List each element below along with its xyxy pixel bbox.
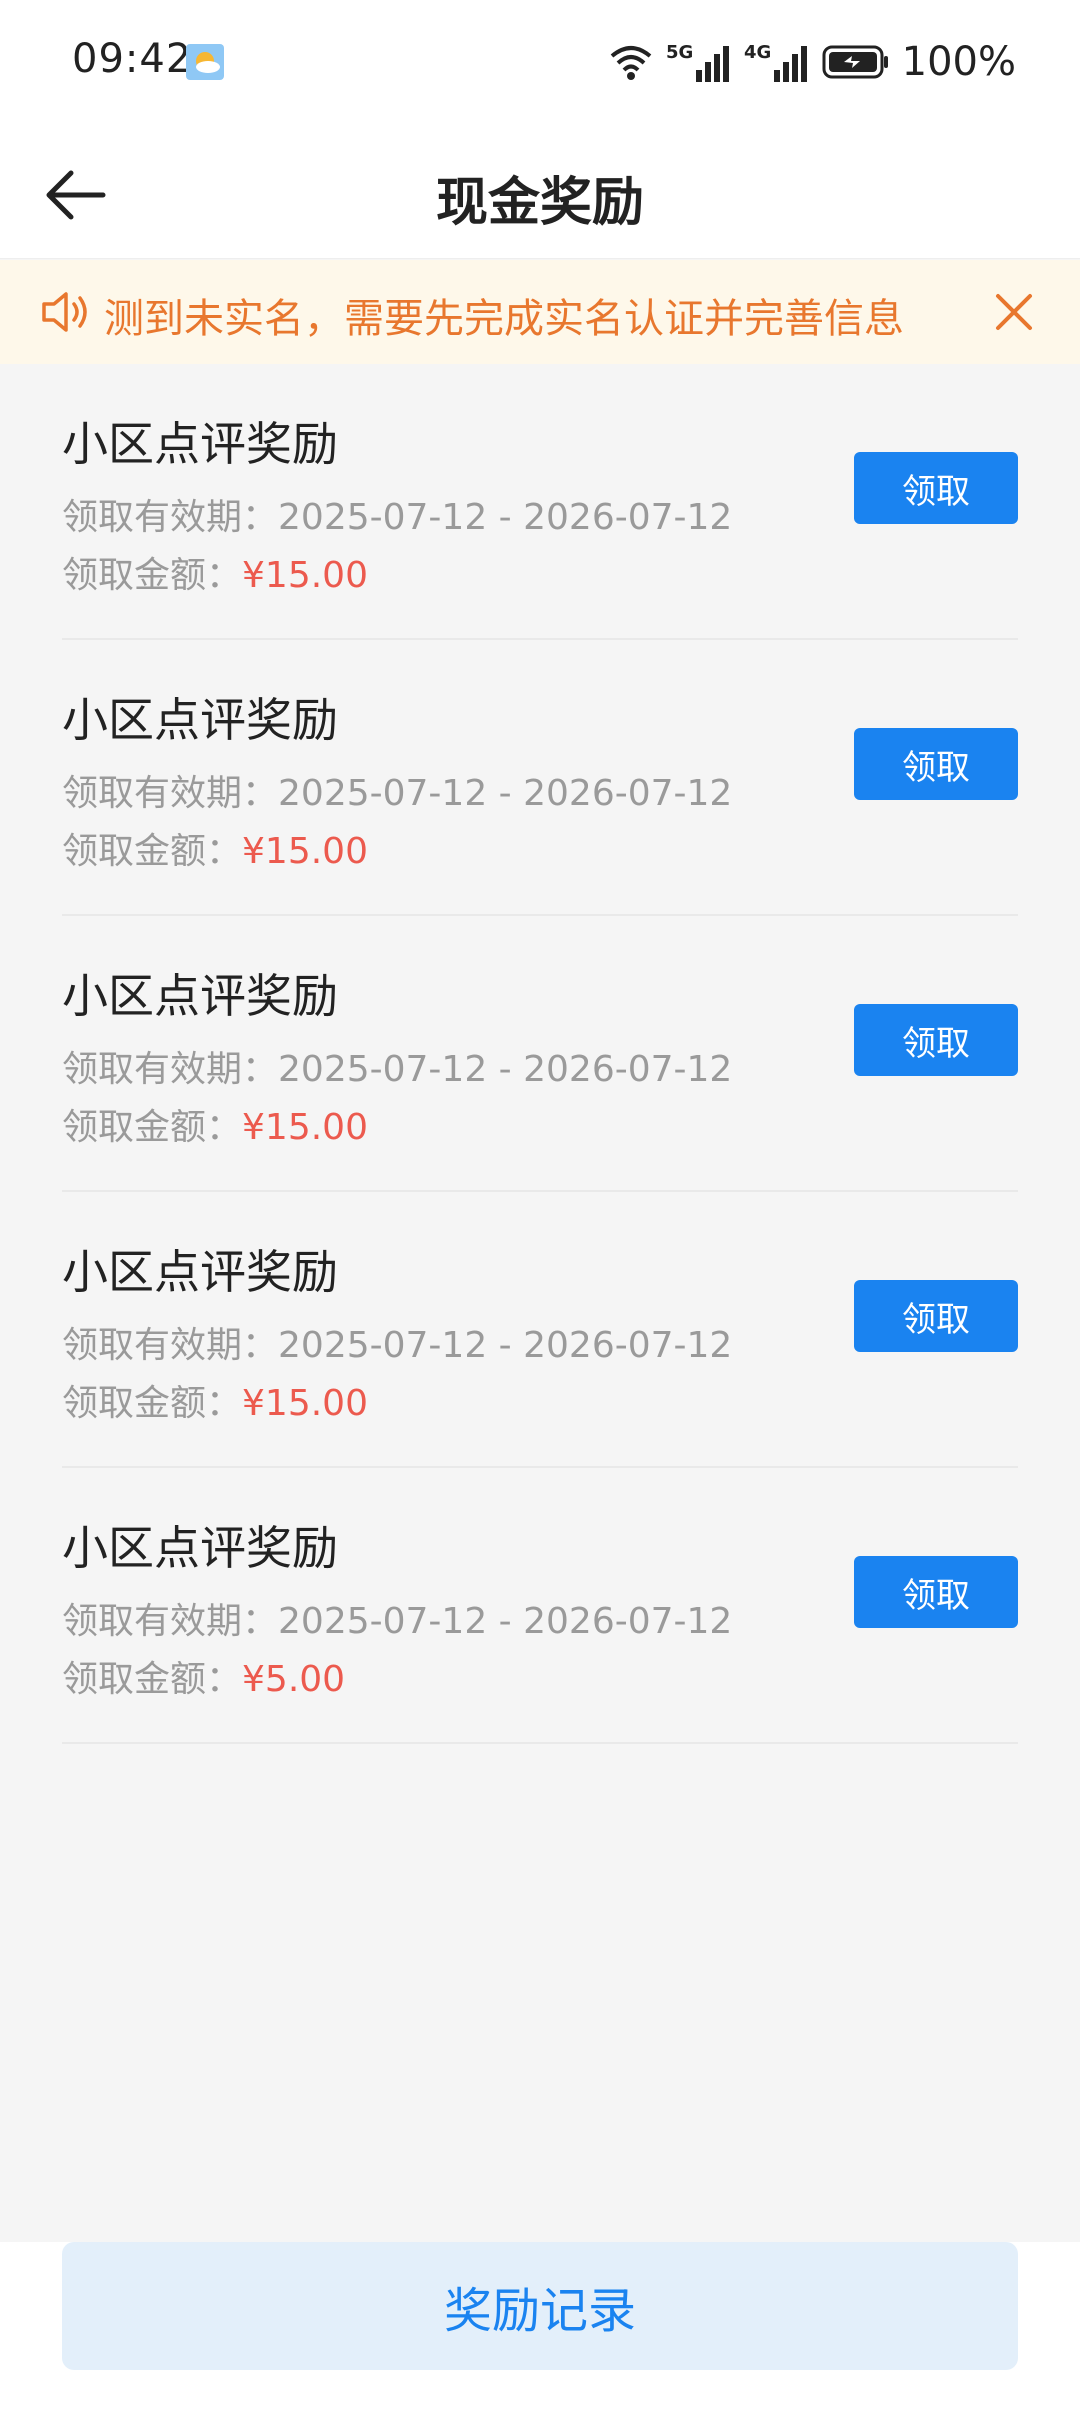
notice-banner: 测到未实名，需要先完成实名认证并完善信息 — [0, 260, 1080, 364]
claim-button[interactable]: 领取 — [854, 728, 1018, 800]
page-title: 现金奖励 — [435, 173, 644, 233]
validity-label: 领取有效期： — [62, 497, 279, 538]
amount-value: ¥15.00 — [242, 555, 368, 596]
validity-label: 领取有效期： — [62, 1325, 279, 1366]
claim-button[interactable]: 领取 — [854, 452, 1018, 524]
reward-validity: 领取有效期：2025-07-12 - 2026-07-12 — [62, 1592, 732, 1644]
signal-5g-label: 5G — [666, 42, 693, 63]
validity-value: 2025-07-12 - 2026-07-12 — [278, 497, 733, 538]
validity-value: 2025-07-12 - 2026-07-12 — [278, 1601, 733, 1642]
battery-icon — [822, 45, 888, 79]
reward-amount: 领取金额：¥15.00 — [62, 822, 368, 874]
reward-validity: 领取有效期：2025-07-12 - 2026-07-12 — [62, 764, 732, 816]
wifi-icon — [610, 46, 651, 80]
amount-value: ¥15.00 — [242, 1107, 368, 1148]
signal-4g-label: 4G — [744, 42, 771, 63]
close-icon — [996, 294, 1032, 330]
reward-amount: 领取金额：¥15.00 — [62, 1374, 368, 1426]
amount-value: ¥15.00 — [242, 1383, 368, 1424]
reward-validity: 领取有效期：2025-07-12 - 2026-07-12 — [62, 488, 732, 540]
amount-label: 领取金额： — [62, 1659, 243, 1700]
reward-amount: 领取金额：¥5.00 — [62, 1650, 345, 1702]
validity-label: 领取有效期： — [62, 773, 279, 814]
notice-close-button[interactable] — [986, 284, 1042, 340]
reward-validity: 领取有效期：2025-07-12 - 2026-07-12 — [62, 1316, 732, 1368]
reward-item: 小区点评奖励 领取有效期：2025-07-12 - 2026-07-12 领取金… — [62, 916, 1018, 1192]
status-bar: 09:42 5G 4G 100% — [0, 0, 1080, 128]
nav-bar: 现金奖励 — [0, 128, 1080, 259]
reward-title: 小区点评奖励 — [62, 417, 338, 471]
amount-label: 领取金额： — [62, 1383, 243, 1424]
validity-value: 2025-07-12 - 2026-07-12 — [278, 773, 733, 814]
status-time: 09:42 — [72, 36, 193, 82]
amount-label: 领取金额： — [62, 1107, 243, 1148]
reward-amount: 领取金额：¥15.00 — [62, 546, 368, 598]
reward-item: 小区点评奖励 领取有效期：2025-07-12 - 2026-07-12 领取金… — [62, 364, 1018, 640]
signal-4g-icon: 4G — [744, 42, 807, 82]
reward-history-button[interactable]: 奖励记录 — [62, 2242, 1018, 2370]
validity-value: 2025-07-12 - 2026-07-12 — [278, 1049, 733, 1090]
reward-item: 小区点评奖励 领取有效期：2025-07-12 - 2026-07-12 领取金… — [62, 640, 1018, 916]
reward-title: 小区点评奖励 — [62, 1521, 338, 1575]
reward-title: 小区点评奖励 — [62, 1245, 338, 1299]
validity-label: 领取有效期： — [62, 1601, 279, 1642]
claim-button[interactable]: 领取 — [854, 1280, 1018, 1352]
amount-label: 领取金额： — [62, 831, 243, 872]
notice-text: 测到未实名，需要先完成实名认证并完善信息 — [104, 296, 904, 342]
amount-value: ¥15.00 — [242, 831, 368, 872]
amount-value: ¥5.00 — [242, 1659, 346, 1700]
reward-item: 小区点评奖励 领取有效期：2025-07-12 - 2026-07-12 领取金… — [62, 1468, 1018, 1744]
battery-percent: 100% — [901, 39, 1016, 85]
speaker-icon — [42, 292, 87, 332]
claim-button[interactable]: 领取 — [854, 1556, 1018, 1628]
status-icons: 5G 4G 100% — [608, 38, 1016, 86]
bottom-area: 奖励记录 — [0, 2242, 1080, 2412]
amount-label: 领取金额： — [62, 555, 243, 596]
screen: 09:42 5G 4G 100% 现金奖励 测到未实名，需要先完成实名认证并完善… — [0, 0, 1080, 2412]
validity-value: 2025-07-12 - 2026-07-12 — [278, 1325, 733, 1366]
reward-list: 小区点评奖励 领取有效期：2025-07-12 - 2026-07-12 领取金… — [62, 364, 1018, 1744]
signal-5g-icon: 5G — [666, 42, 729, 82]
reward-amount: 领取金额：¥15.00 — [62, 1098, 368, 1150]
weather-icon — [186, 44, 224, 80]
reward-title: 小区点评奖励 — [62, 693, 338, 747]
reward-validity: 领取有效期：2025-07-12 - 2026-07-12 — [62, 1040, 732, 1092]
claim-button[interactable]: 领取 — [854, 1004, 1018, 1076]
validity-label: 领取有效期： — [62, 1049, 279, 1090]
reward-item: 小区点评奖励 领取有效期：2025-07-12 - 2026-07-12 领取金… — [62, 1192, 1018, 1468]
reward-title: 小区点评奖励 — [62, 969, 338, 1023]
